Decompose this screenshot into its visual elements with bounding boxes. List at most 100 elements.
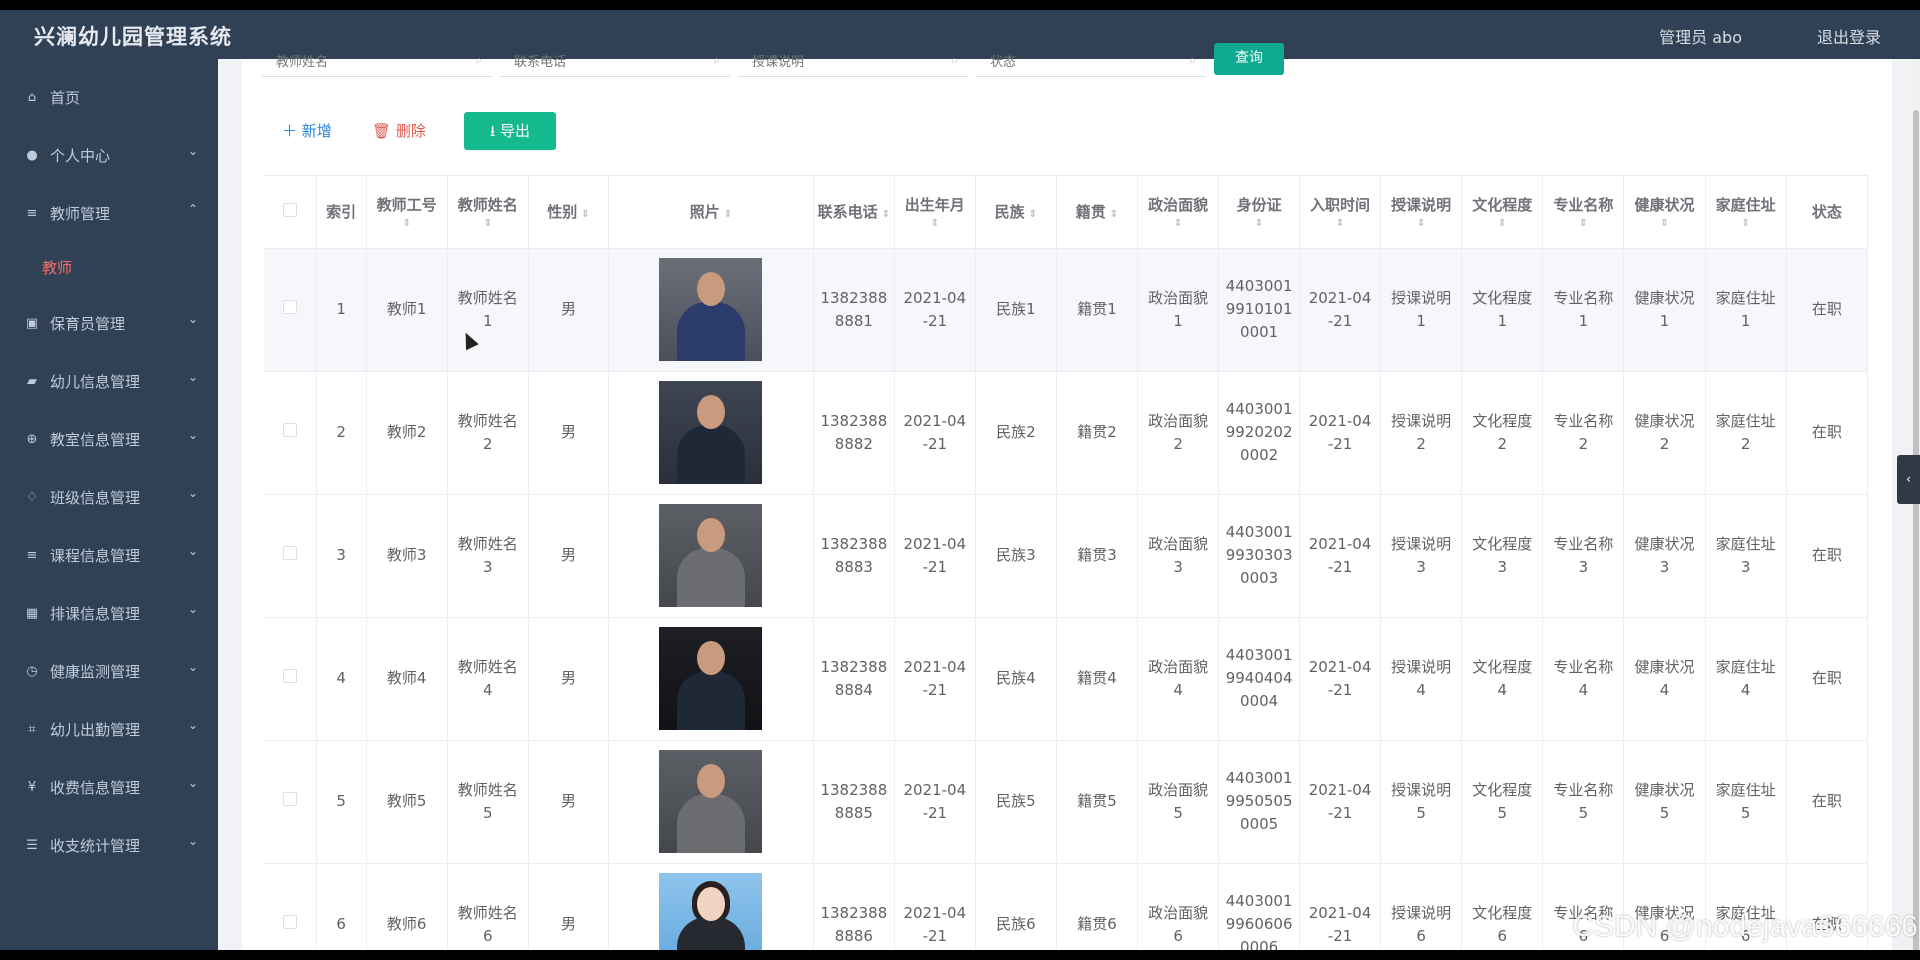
select-all-checkbox[interactable] — [282, 202, 297, 217]
sort-icon[interactable]: ⇕ — [1219, 219, 1299, 229]
add-button[interactable]: ＋ 新增 — [282, 112, 348, 150]
sidebar-item-attendance[interactable]: ⌗ 幼儿出勤管理 ⌄ — [0, 709, 218, 749]
row-select-cell[interactable] — [264, 494, 317, 618]
sort-icon[interactable]: ⇕ — [448, 219, 528, 229]
sort-icon[interactable]: ⇕ — [367, 219, 447, 229]
sort-icon[interactable]: ⇕ — [882, 209, 890, 220]
phone-search-field[interactable]: ⌕ — [500, 47, 730, 77]
column-header[interactable]: 籍贯 ⇕ — [1056, 176, 1139, 249]
page-scrollbar-thumb[interactable] — [1913, 110, 1919, 950]
export-button[interactable]: ⭳ 导出 — [464, 112, 556, 150]
row-checkbox[interactable] — [282, 300, 297, 314]
query-button[interactable]: 查询 — [1214, 43, 1284, 75]
delete-button[interactable]: 🗑 删除 — [372, 112, 438, 150]
column-header[interactable]: 性别 ⇕ — [528, 176, 610, 249]
sidebar-item-label: 收支统计管理 — [50, 837, 141, 855]
column-header[interactable]: 授课说明 ⇕ — [1380, 176, 1463, 249]
sort-icon[interactable]: ⇕ — [1706, 219, 1786, 229]
column-header[interactable]: 教师姓名 ⇕ — [447, 176, 529, 249]
course-desc-search-input[interactable] — [738, 47, 938, 75]
sort-icon[interactable]: ⇕ — [895, 219, 975, 229]
table-cell-text: 专业名称3 — [1553, 534, 1614, 576]
table-row[interactable]: 5 教师5 教师姓名5 男 13823888885 2021-04-21 民族5 籍贯5 政治面… — [264, 740, 1868, 864]
sidebar-item-class-info[interactable]: ♢ 班级信息管理 ⌄ — [0, 477, 218, 517]
row-checkbox[interactable] — [282, 423, 297, 437]
teacher-name-search-input[interactable] — [262, 47, 462, 75]
teacher-photo[interactable] — [659, 873, 763, 950]
row-select-cell[interactable] — [264, 740, 317, 864]
column-header[interactable]: 入职时间 ⇕ — [1299, 176, 1382, 249]
table-row[interactable]: 2 教师2 教师姓名2 男 13823888882 2021-04-21 民族2 籍贯2 政治面… — [264, 371, 1868, 495]
table-cell — [608, 494, 814, 618]
column-header[interactable]: 专业名称 ⇕ — [1542, 176, 1625, 249]
teacher-photo[interactable] — [659, 258, 763, 361]
sidebar-item-health-monitoring[interactable]: ◷ 健康监测管理 ⌄ — [0, 651, 218, 691]
menu-icon: ≡ — [26, 205, 38, 221]
table-cell — [608, 248, 814, 372]
column-header[interactable]: 教师工号 ⇕ — [366, 176, 448, 249]
course-desc-search-field[interactable]: ⌕ — [738, 47, 968, 77]
sort-icon[interactable]: ⇕ — [1029, 209, 1037, 220]
sort-icon[interactable]: ⇕ — [1381, 219, 1461, 229]
row-select-cell[interactable] — [264, 863, 317, 950]
sort-icon[interactable]: ⇕ — [1300, 219, 1380, 229]
sort-icon[interactable]: ⇕ — [724, 209, 732, 220]
row-select-cell[interactable] — [264, 617, 317, 741]
row-checkbox[interactable] — [282, 669, 297, 683]
teacher-photo[interactable] — [659, 504, 763, 607]
column-header[interactable]: 索引 — [316, 176, 367, 249]
table-cell-text: 授课说明4 — [1391, 657, 1452, 699]
column-header[interactable]: 民族 ⇕ — [975, 176, 1057, 249]
sort-icon[interactable]: ⇕ — [1110, 209, 1118, 220]
table-row[interactable]: 3 教师3 教师姓名3 男 13823888883 2021-04-21 民族3 籍贯3 政治面… — [264, 494, 1868, 618]
page-scrollbar[interactable] — [1912, 59, 1920, 950]
column-header[interactable]: 文化程度 ⇕ — [1461, 176, 1544, 249]
logout-link[interactable]: 退出登录 — [1817, 24, 1881, 48]
sidebar-subitem-teacher[interactable]: 教师 — [0, 247, 218, 287]
column-header[interactable]: 身份证 ⇕ — [1218, 176, 1301, 249]
sort-icon[interactable]: ⇕ — [1543, 219, 1623, 229]
row-select-cell[interactable] — [264, 371, 317, 495]
teacher-name-search-field[interactable]: ⌕ — [262, 47, 492, 77]
column-header[interactable]: 状态 — [1786, 176, 1868, 249]
teacher-photo[interactable] — [659, 627, 763, 730]
select-all-cell[interactable] — [264, 176, 317, 249]
column-header[interactable]: 联系电话 ⇕ — [813, 176, 895, 249]
sidebar-item-personal-center[interactable]: ● 个人中心 ⌄ — [0, 135, 218, 175]
table-row[interactable]: 4 教师4 教师姓名4 男 13823888884 2021-04-21 民族4 籍贯4 政治面… — [264, 617, 1868, 741]
column-header[interactable]: 政治面貌 ⇕ — [1137, 176, 1220, 249]
phone-search-input[interactable] — [500, 47, 700, 75]
sidebar-item-finance-stats[interactable]: ☰ 收支统计管理 ⌄ — [0, 825, 218, 865]
column-header[interactable]: 健康状况 ⇕ — [1623, 176, 1706, 249]
sidebar-item-home[interactable]: ⌂ 首页 — [0, 77, 218, 117]
table-cell: 家庭住址1 — [1705, 248, 1787, 372]
sidebar-item-classroom-info[interactable]: ⊕ 教室信息管理 ⌄ — [0, 419, 218, 459]
row-checkbox[interactable] — [282, 915, 297, 929]
sidebar-item-teacher-management[interactable]: ≡ 教师管理 ⌃ — [0, 193, 218, 233]
sort-icon[interactable]: ⇕ — [1462, 219, 1542, 229]
column-header[interactable]: 出生年月 ⇕ — [894, 176, 976, 249]
sidebar-item-course-info[interactable]: ≡ 课程信息管理 ⌄ — [0, 535, 218, 575]
sort-icon[interactable]: ⇕ — [1138, 219, 1218, 229]
sidebar-item-fee-info[interactable]: ¥ 收费信息管理 ⌄ — [0, 767, 218, 807]
table-row[interactable]: 1 教师1 教师姓名1 男 13823888881 2021-04-21 民族1 籍贯1 政治面… — [264, 248, 1868, 372]
collapse-panel-handle[interactable]: ‹ — [1897, 455, 1920, 504]
status-search-field[interactable]: ⌕ — [976, 47, 1206, 77]
table-cell: 专业名称1 — [1542, 248, 1625, 372]
teacher-photo[interactable] — [659, 381, 763, 484]
column-header[interactable]: 家庭住址 ⇕ — [1705, 176, 1787, 249]
sidebar-item-child-info[interactable]: ▰ 幼儿信息管理 ⌄ — [0, 361, 218, 401]
sidebar-item-schedule-info[interactable]: ▦ 排课信息管理 ⌄ — [0, 593, 218, 633]
table-cell: 13823888882 — [813, 371, 895, 495]
status-search-input[interactable] — [976, 47, 1176, 75]
row-checkbox[interactable] — [282, 546, 297, 560]
column-header[interactable]: 照片 ⇕ — [608, 176, 814, 249]
row-select-cell[interactable] — [264, 248, 317, 372]
sort-icon[interactable]: ⇕ — [1624, 219, 1704, 229]
sidebar-item-caregiver-management[interactable]: ▣ 保育员管理 ⌄ — [0, 303, 218, 343]
table-cell: 男 — [528, 371, 610, 495]
row-checkbox[interactable] — [282, 792, 297, 806]
sliders-icon: ☰ — [26, 837, 38, 853]
teacher-photo[interactable] — [659, 750, 763, 853]
sort-icon[interactable]: ⇕ — [581, 209, 589, 220]
